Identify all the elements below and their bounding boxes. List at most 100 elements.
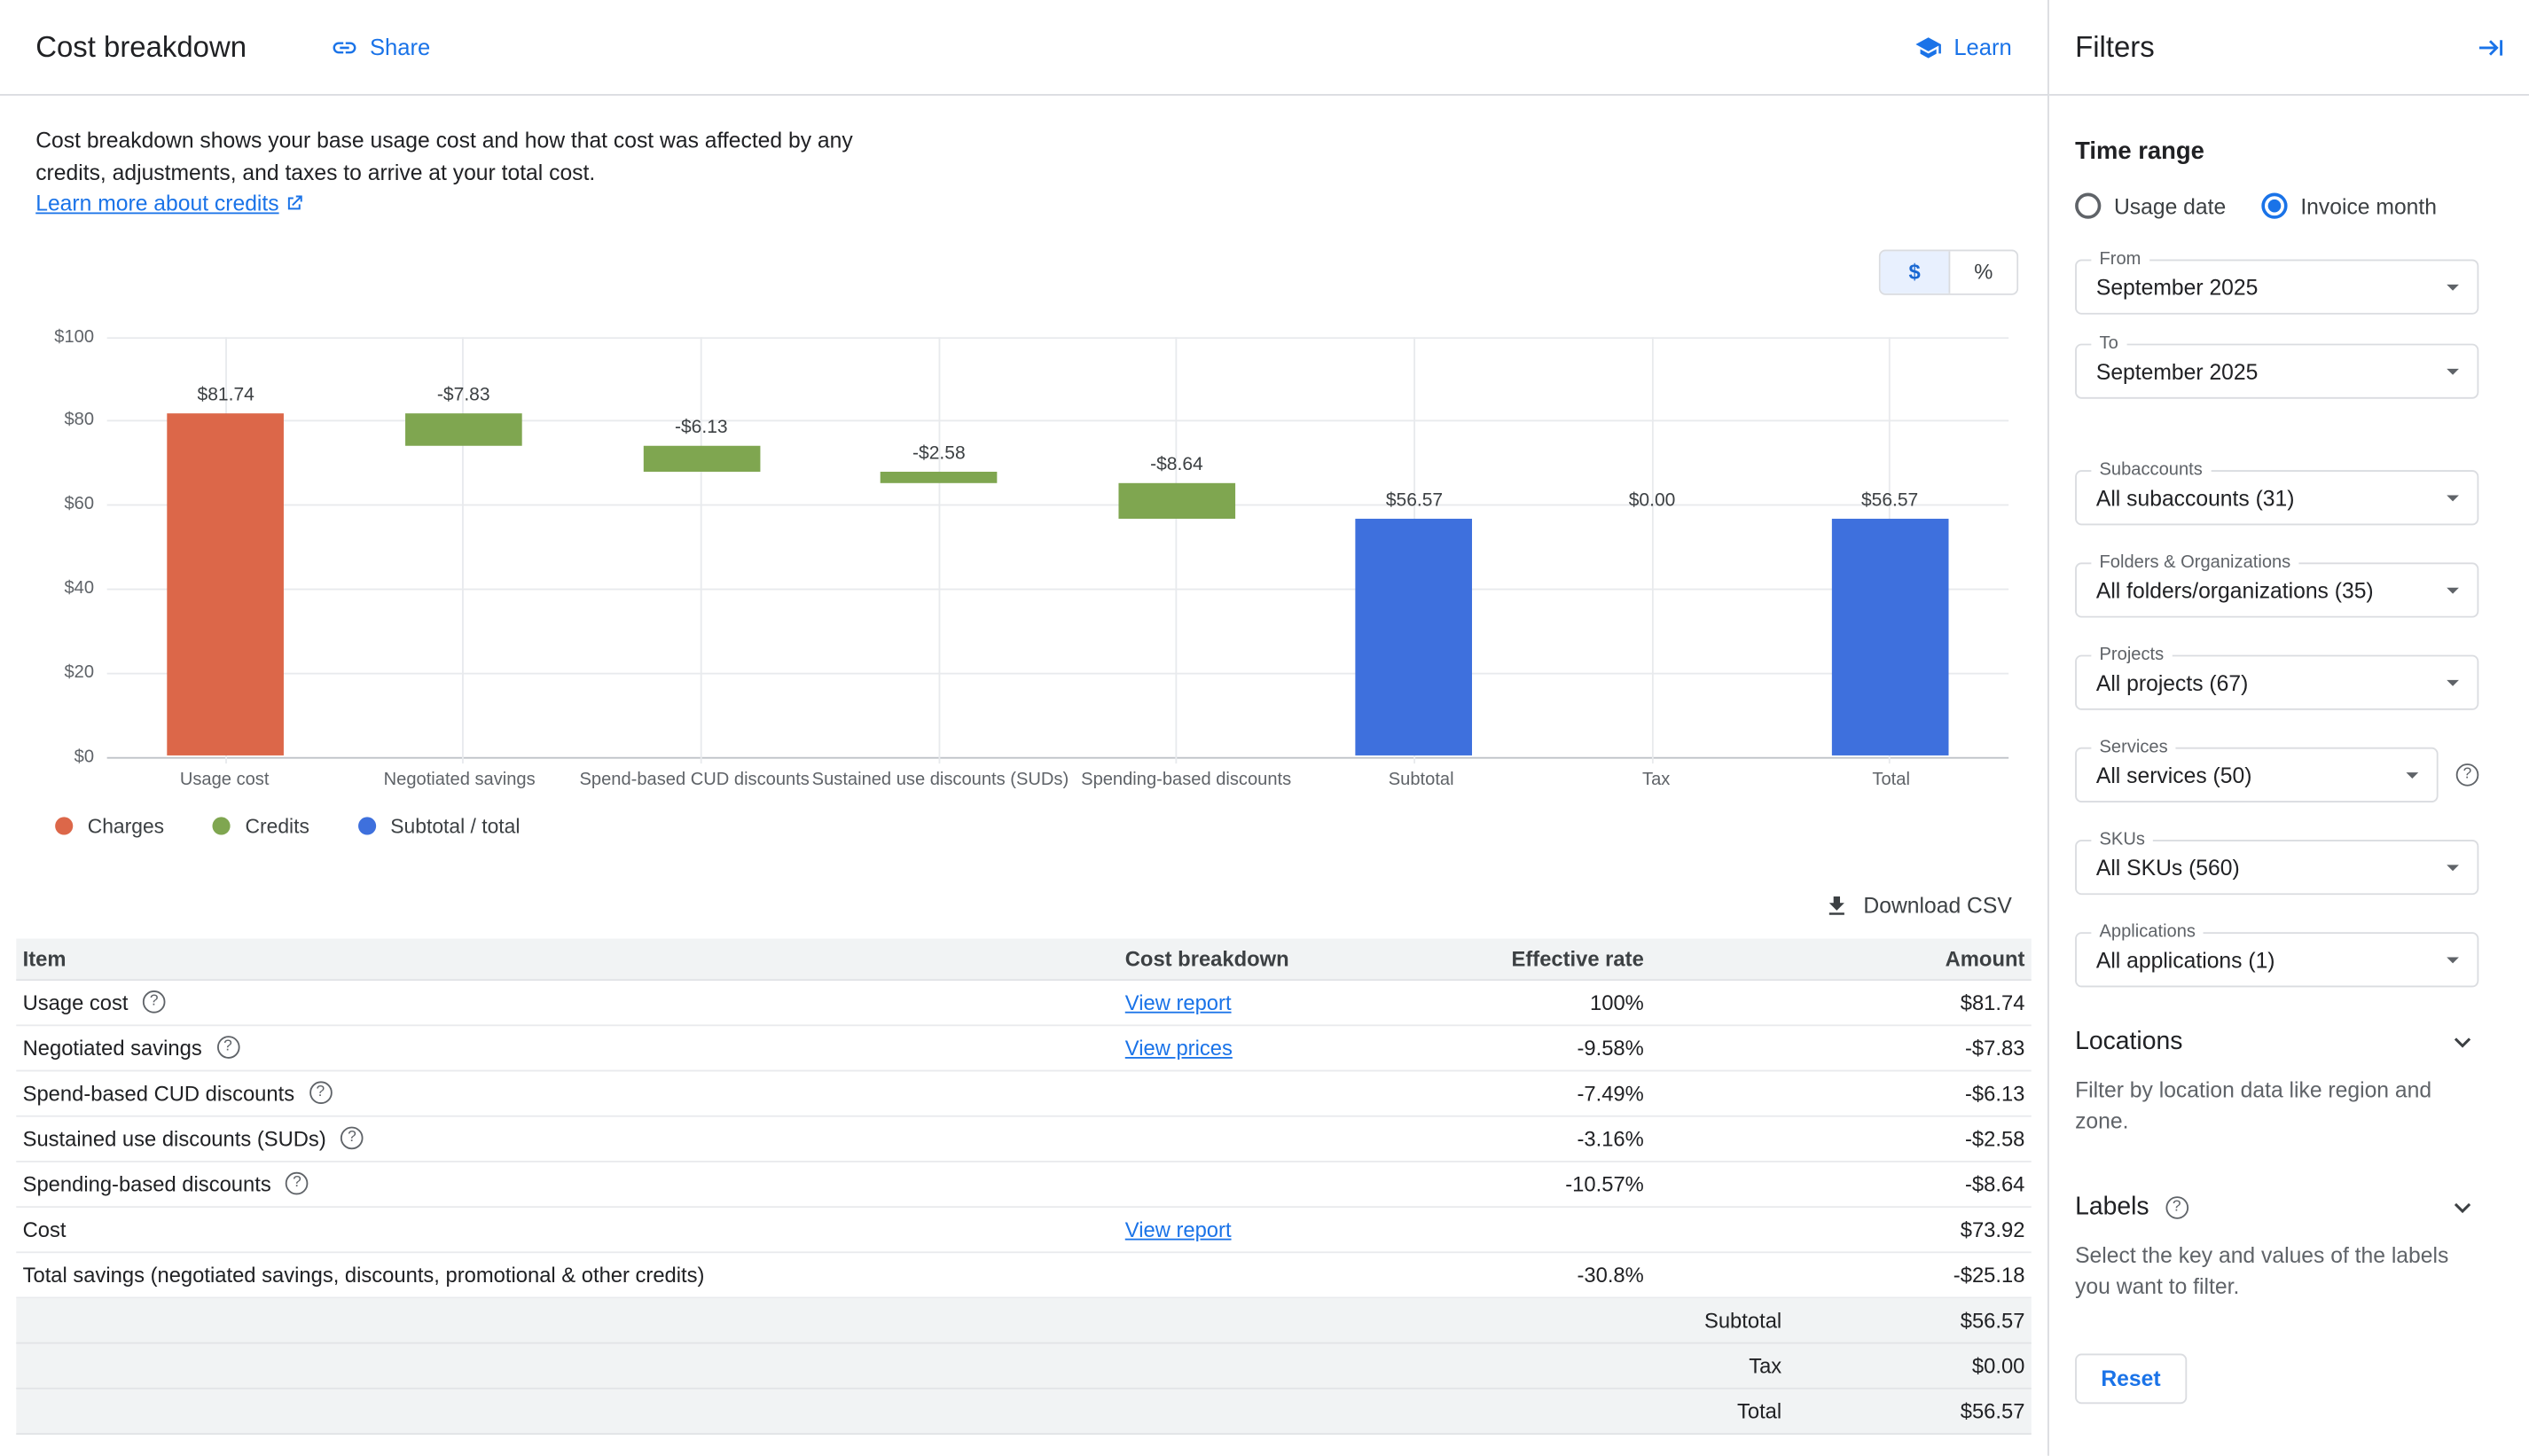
- learn-more-credits-link[interactable]: Learn more about credits: [35, 192, 305, 215]
- waterfall-bar-credit[interactable]: [643, 446, 760, 472]
- chart-hgridline: [107, 588, 2008, 590]
- page-title: Cost breakdown: [35, 30, 247, 64]
- item-cell: Spending-based discounts?: [23, 1171, 1125, 1195]
- dollar-toggle-button[interactable]: $: [1881, 250, 1949, 293]
- table-body: Usage cost?View report100%$81.74Negotiat…: [16, 980, 2031, 1297]
- select-applications[interactable]: ApplicationsAll applications (1): [2075, 932, 2478, 987]
- collapse-panel-button[interactable]: [2472, 28, 2509, 66]
- dropdown-arrow-icon: [2439, 945, 2468, 975]
- help-icon[interactable]: ?: [216, 1036, 239, 1059]
- time-range-heading: Time range: [2075, 137, 2478, 165]
- y-axis-tick-label: $100: [6, 326, 94, 346]
- chart-x-axis: Usage costNegotiated savingsSpend-based …: [107, 769, 2008, 788]
- view-prices-link[interactable]: View prices: [1125, 1035, 1233, 1059]
- page-header: Cost breakdown Share Learn: [0, 0, 2047, 96]
- labels-section-header[interactable]: Labels ?: [2075, 1192, 2478, 1225]
- dropdown-arrow-icon: [2439, 483, 2468, 513]
- dropdown-arrow-icon: [2439, 853, 2468, 882]
- waterfall-chart: $0$20$40$60$80$100$81.74-$7.83-$6.13-$2.…: [107, 336, 2008, 837]
- effective-rate-cell: -30.8%: [1384, 1262, 1644, 1286]
- field-label: Projects: [2091, 646, 2172, 665]
- item-cell: Spend-based CUD discounts?: [23, 1080, 1125, 1104]
- amount-cell: -$25.18: [1644, 1262, 2025, 1286]
- select-skus[interactable]: SKUsAll SKUs (560): [2075, 840, 2478, 895]
- help-icon[interactable]: ?: [2165, 1196, 2188, 1219]
- field-value: September 2025: [2096, 275, 2439, 299]
- amount-cell: -$6.13: [1644, 1080, 2025, 1104]
- radio-invoice-month[interactable]: Invoice month: [2261, 193, 2437, 219]
- legend-total-dot: [358, 817, 376, 834]
- table-row: Spending-based discounts?-10.57%-$8.64: [16, 1162, 2031, 1207]
- view-report-link[interactable]: View report: [1125, 990, 1232, 1014]
- learn-label: Learn: [1954, 34, 2011, 59]
- effective-rate-cell: -9.58%: [1384, 1035, 1644, 1059]
- table-row: Spend-based CUD discounts?-7.49%-$6.13: [16, 1071, 2031, 1116]
- school-icon: [1914, 33, 1942, 60]
- waterfall-bar-charge[interactable]: [168, 413, 285, 756]
- item-label: Spending-based discounts: [23, 1171, 271, 1195]
- select-services[interactable]: ServicesAll services (50): [2075, 748, 2439, 802]
- chart-vgridline: [701, 336, 702, 763]
- select-subaccounts[interactable]: SubaccountsAll subaccounts (31): [2075, 470, 2478, 525]
- dropdown-arrow-icon: [2439, 272, 2468, 301]
- download-icon: [1825, 892, 1851, 918]
- locations-section-header[interactable]: Locations: [2075, 1026, 2478, 1059]
- help-icon[interactable]: ?: [286, 1172, 309, 1195]
- x-axis-category-label: Sustained use discounts (SUDs): [812, 769, 1069, 788]
- filters-panel: Filters Time range Usage date Invoice mon…: [2047, 0, 2529, 1456]
- item-cell: Cost: [23, 1217, 1125, 1241]
- waterfall-bar-credit[interactable]: [405, 413, 522, 446]
- field-label: Folders & Organizations: [2091, 552, 2298, 572]
- help-icon[interactable]: ?: [2456, 763, 2479, 787]
- help-icon[interactable]: ?: [341, 1127, 364, 1150]
- help-icon[interactable]: ?: [143, 990, 166, 1014]
- breakdown-cell: View prices: [1125, 1035, 1385, 1059]
- table-row: Total savings (negotiated savings, disco…: [16, 1252, 2031, 1297]
- table-row: Negotiated savings? View prices -9.58%-$7.…: [16, 1025, 2031, 1070]
- y-axis-tick-label: $20: [6, 662, 94, 682]
- waterfall-bar-total[interactable]: [1831, 519, 1948, 756]
- share-button[interactable]: Share: [331, 33, 430, 60]
- bar-value-label: $81.74: [129, 386, 323, 405]
- waterfall-bar-total[interactable]: [1356, 519, 1473, 756]
- amount-cell: -$7.83: [1644, 1035, 2025, 1059]
- x-axis-category-label: Subtotal: [1304, 769, 1539, 788]
- help-icon[interactable]: ?: [309, 1081, 333, 1104]
- select-to[interactable]: ToSeptember 2025: [2075, 344, 2478, 399]
- column-header-cost-breakdown: Cost breakdown: [1125, 946, 1385, 970]
- view-report-link[interactable]: View report: [1125, 1217, 1232, 1241]
- summary-row: Tax$0.00: [16, 1343, 2031, 1389]
- waterfall-bar-credit[interactable]: [881, 472, 998, 482]
- filters-title: Filters: [2075, 30, 2472, 64]
- table-row: Usage cost?View report100%$81.74: [16, 980, 2031, 1025]
- summary-row: Subtotal$56.57: [16, 1297, 2031, 1342]
- chart-vgridline: [1176, 336, 1178, 763]
- select-from[interactable]: FromSeptember 2025: [2075, 260, 2478, 315]
- select-folders-organizations[interactable]: Folders & OrganizationsAll folders/organ…: [2075, 562, 2478, 617]
- reset-button[interactable]: Reset: [2075, 1354, 2187, 1405]
- percent-toggle-button[interactable]: %: [1948, 250, 2016, 293]
- download-csv-button[interactable]: Download CSV: [1825, 892, 2012, 918]
- item-label: Negotiated savings: [23, 1035, 202, 1059]
- select-projects[interactable]: ProjectsAll projects (67): [2075, 655, 2478, 710]
- time-range-radio-group: Usage date Invoice month: [2075, 193, 2478, 219]
- learn-button[interactable]: Learn: [1914, 33, 2011, 60]
- radio-label: Invoice month: [2300, 193, 2437, 217]
- bar-value-label: -$7.83: [366, 386, 560, 405]
- column-header-item: Item: [23, 946, 1125, 970]
- waterfall-bar-credit[interactable]: [1118, 482, 1235, 519]
- field-value: All services (50): [2096, 763, 2398, 787]
- chart-hgridline: [107, 672, 2008, 674]
- summary-row: Total$56.57: [16, 1389, 2031, 1434]
- radio-usage-date[interactable]: Usage date: [2075, 193, 2226, 219]
- labels-description: Select the key and values of the labels …: [2075, 1241, 2478, 1302]
- legend-label: Credits: [246, 815, 309, 838]
- summary-amount: $56.57: [1781, 1307, 2024, 1331]
- field-value: All applications (1): [2096, 948, 2439, 972]
- filter-field-row: FromSeptember 2025: [2075, 260, 2478, 315]
- column-header-effective-rate: Effective rate: [1384, 946, 1644, 970]
- legend-item: Subtotal / total: [358, 815, 521, 838]
- field-label: Applications: [2091, 922, 2204, 942]
- item-label: Cost: [23, 1217, 67, 1241]
- amount-cell: -$8.64: [1644, 1171, 2025, 1195]
